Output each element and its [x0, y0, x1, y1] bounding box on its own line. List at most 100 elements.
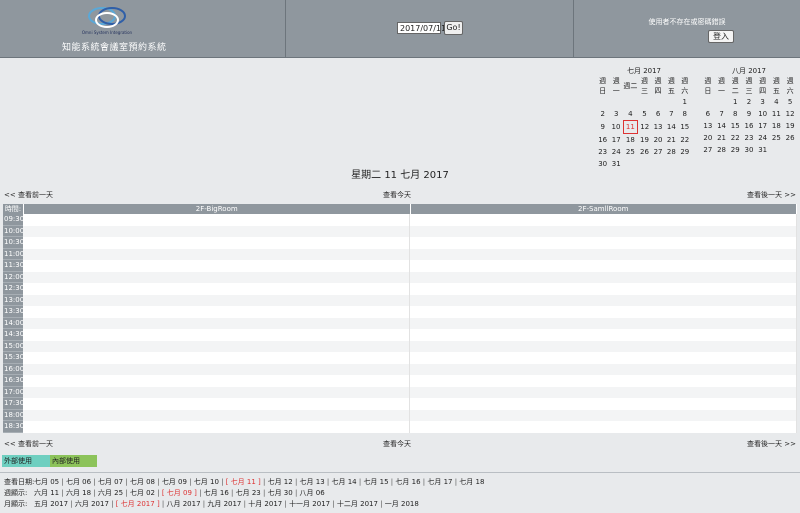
booking-slot[interactable]: [23, 352, 410, 364]
date-link[interactable]: 七月 05: [34, 478, 59, 486]
calendar-day[interactable]: 24: [756, 132, 770, 144]
booking-slot[interactable]: [410, 237, 797, 249]
calendar-day[interactable]: 31: [756, 144, 770, 156]
booking-slot[interactable]: [23, 237, 410, 249]
next-day-link[interactable]: 查看後一天 >>: [747, 190, 796, 200]
date-link[interactable]: 七月 13: [300, 478, 325, 486]
calendar-day[interactable]: 9: [742, 108, 756, 120]
calendar-day[interactable]: 16: [596, 134, 609, 147]
week-link[interactable]: 八月 06: [300, 489, 325, 497]
booking-slot[interactable]: [23, 398, 410, 410]
date-link[interactable]: 七月 18: [459, 478, 484, 486]
calendar-day[interactable]: 20: [651, 134, 664, 147]
calendar-day[interactable]: 2: [596, 108, 609, 121]
month-link[interactable]: 一月 2018: [385, 500, 419, 508]
booking-slot[interactable]: [410, 329, 797, 341]
booking-slot[interactable]: [23, 306, 410, 318]
week-link[interactable]: 七月 16: [204, 489, 229, 497]
calendar-day[interactable]: 21: [665, 134, 678, 147]
calendar-day[interactable]: 10: [609, 121, 623, 134]
calendar-day[interactable]: 16: [742, 120, 756, 132]
calendar-day[interactable]: 12: [638, 121, 652, 134]
calendar-day[interactable]: 11: [770, 108, 784, 120]
calendar-day[interactable]: 4: [623, 108, 637, 121]
today-link[interactable]: 查看今天: [383, 190, 411, 200]
calendar-day[interactable]: 3: [609, 108, 623, 121]
month-link[interactable]: 五月 2017: [34, 500, 68, 508]
date-link[interactable]: 七月 12: [268, 478, 293, 486]
calendar-day[interactable]: 4: [770, 96, 784, 108]
booking-slot[interactable]: [23, 225, 410, 237]
date-link[interactable]: 七月 14: [331, 478, 356, 486]
date-link[interactable]: 七月 06: [66, 478, 91, 486]
calendar-day[interactable]: 6: [701, 108, 715, 120]
login-button[interactable]: 登入: [708, 30, 734, 43]
week-link[interactable]: 七月 02: [130, 489, 155, 497]
booking-slot[interactable]: [410, 260, 797, 272]
date-link[interactable]: 七月 17: [427, 478, 452, 486]
calendar-day[interactable]: 5: [783, 96, 797, 108]
calendar-day[interactable]: 17: [609, 134, 623, 147]
month-link[interactable]: 六月 2017: [75, 500, 109, 508]
booking-slot[interactable]: [410, 214, 797, 226]
week-link[interactable]: [ 七月 09 ]: [162, 489, 197, 497]
booking-slot[interactable]: [23, 421, 410, 433]
calendar-day[interactable]: 9: [596, 121, 609, 134]
calendar-day[interactable]: 29: [678, 146, 691, 158]
calendar-day[interactable]: 11: [622, 120, 639, 134]
month-link[interactable]: 十二月 2017: [337, 500, 378, 508]
date-link[interactable]: 七月 10: [194, 478, 219, 486]
go-button[interactable]: Go!: [444, 21, 463, 35]
calendar-day[interactable]: 10: [756, 108, 770, 120]
prev-day-link[interactable]: << 查看前一天: [4, 190, 53, 200]
booking-slot[interactable]: [410, 375, 797, 387]
calendar-day[interactable]: 25: [770, 132, 784, 144]
week-link[interactable]: 七月 23: [236, 489, 261, 497]
calendar-day[interactable]: 21: [715, 132, 729, 144]
month-link[interactable]: 十月 2017: [248, 500, 282, 508]
calendar-day[interactable]: 22: [678, 134, 691, 147]
booking-slot[interactable]: [410, 306, 797, 318]
booking-slot[interactable]: [410, 421, 797, 433]
booking-slot[interactable]: [23, 317, 410, 329]
date-link[interactable]: 七月 09: [162, 478, 187, 486]
calendar-day[interactable]: 15: [678, 121, 691, 134]
booking-slot[interactable]: [410, 352, 797, 364]
calendar-day[interactable]: 20: [701, 132, 715, 144]
booking-slot[interactable]: [23, 329, 410, 341]
prev-day-link[interactable]: << 查看前一天: [4, 439, 53, 449]
booking-slot[interactable]: [410, 317, 797, 329]
booking-slot[interactable]: [23, 375, 410, 387]
calendar-day[interactable]: 30: [742, 144, 756, 156]
booking-slot[interactable]: [23, 271, 410, 283]
booking-slot[interactable]: [23, 294, 410, 306]
calendar-day[interactable]: 26: [638, 146, 652, 158]
calendar-day[interactable]: 6: [651, 108, 664, 121]
booking-slot[interactable]: [410, 398, 797, 410]
month-link[interactable]: 八月 2017: [166, 500, 200, 508]
calendar-day[interactable]: 13: [701, 120, 715, 132]
month-link[interactable]: 十一月 2017: [289, 500, 330, 508]
week-link[interactable]: 七月 30: [268, 489, 293, 497]
calendar-day[interactable]: 22: [728, 132, 742, 144]
booking-slot[interactable]: [410, 248, 797, 260]
booking-slot[interactable]: [23, 386, 410, 398]
calendar-day[interactable]: 19: [638, 134, 652, 147]
calendar-day[interactable]: 27: [701, 144, 715, 156]
week-link[interactable]: 六月 25: [98, 489, 123, 497]
booking-slot[interactable]: [410, 294, 797, 306]
date-link[interactable]: 七月 07: [98, 478, 123, 486]
booking-slot[interactable]: [410, 363, 797, 375]
calendar-day[interactable]: 2: [742, 96, 756, 108]
booking-slot[interactable]: [410, 409, 797, 421]
week-link[interactable]: 六月 18: [66, 489, 91, 497]
booking-slot[interactable]: [23, 340, 410, 352]
calendar-day[interactable]: 26: [783, 132, 797, 144]
calendar-day[interactable]: 14: [715, 120, 729, 132]
calendar-day[interactable]: 3: [756, 96, 770, 108]
booking-slot[interactable]: [410, 283, 797, 295]
week-link[interactable]: 六月 11: [34, 489, 59, 497]
booking-slot[interactable]: [410, 225, 797, 237]
booking-slot[interactable]: [23, 248, 410, 260]
calendar-day[interactable]: 18: [770, 120, 784, 132]
